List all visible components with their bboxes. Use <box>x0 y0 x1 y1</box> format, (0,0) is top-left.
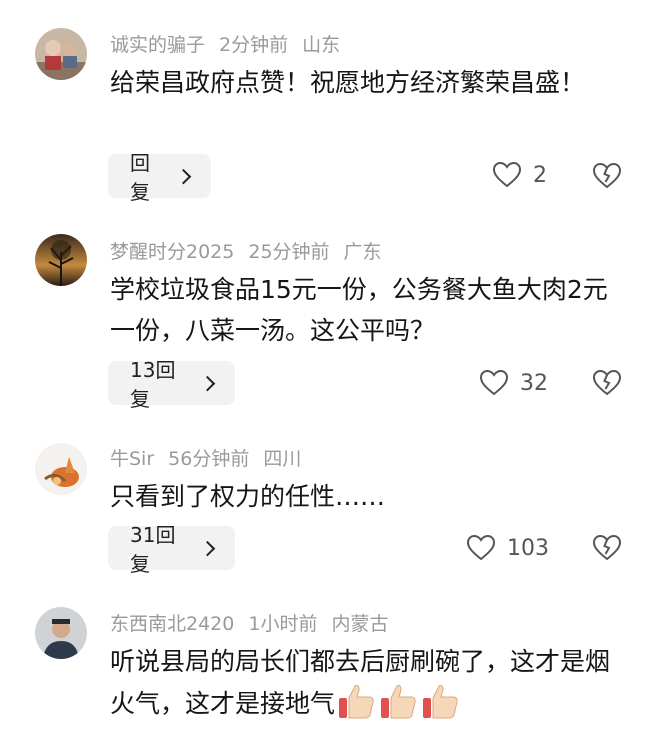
username[interactable]: 东西南北2420 <box>110 613 234 635</box>
avatar[interactable] <box>35 607 87 659</box>
comment-text: 听说县局的局长们都去后厨刷碗了，这才是烟火气，这才是接地气 <box>110 641 630 724</box>
reply-label: 13回复 <box>130 358 176 411</box>
comment-meta: 牛Sir 56分钟前 四川 <box>110 444 315 471</box>
comment-location: 山东 <box>302 34 341 56</box>
heart-outline-icon <box>480 370 508 396</box>
chevron-right-icon <box>176 168 192 184</box>
thumbs-up-emoji <box>381 685 416 719</box>
comment-time: 25分钟前 <box>248 241 330 263</box>
username[interactable]: 诚实的骗子 <box>110 34 205 56</box>
username[interactable]: 梦醒时分2025 <box>110 241 234 263</box>
avatar[interactable] <box>35 234 87 286</box>
comment-meta: 诚实的骗子 2分钟前 山东 <box>110 30 354 57</box>
broken-heart-icon[interactable] <box>593 535 621 561</box>
username[interactable]: 牛Sir <box>110 448 154 470</box>
broken-heart-icon[interactable] <box>593 370 621 396</box>
like-count: 103 <box>507 535 549 561</box>
thumbs-up-emoji <box>339 685 374 719</box>
like-button[interactable]: 32 <box>480 370 548 396</box>
comment-location: 四川 <box>263 448 302 470</box>
comment-meta: 梦醒时分2025 25分钟前 广东 <box>110 237 396 264</box>
reply-label: 回复 <box>130 151 150 204</box>
like-button[interactable]: 103 <box>467 535 549 561</box>
like-count: 2 <box>533 162 547 188</box>
comment-time: 56分钟前 <box>168 448 250 470</box>
reply-button[interactable]: 13回复 <box>108 358 235 411</box>
like-count: 32 <box>520 370 548 396</box>
comment-text: 只看到了权力的任性…… <box>110 482 386 511</box>
comment-time: 1小时前 <box>248 613 318 635</box>
comment-meta: 东西南北2420 1小时前 内蒙古 <box>110 609 402 636</box>
comment-text: 学校垃圾食品15元一份，公务餐大鱼大肉2元一份，八菜一汤。这公平吗？ <box>110 275 608 345</box>
avatar[interactable] <box>35 443 87 495</box>
comment-time: 2分钟前 <box>219 34 289 56</box>
avatar[interactable] <box>35 28 87 80</box>
heart-outline-icon <box>467 535 495 561</box>
comment-location: 广东 <box>343 241 382 263</box>
reply-label: 31回复 <box>130 523 176 576</box>
heart-outline-icon <box>493 162 521 188</box>
reply-button[interactable]: 回复 <box>108 151 211 204</box>
chevron-right-icon <box>200 540 216 556</box>
chevron-right-icon <box>200 375 216 391</box>
like-button[interactable]: 2 <box>493 162 547 188</box>
thumbs-up-emoji <box>423 685 458 719</box>
broken-heart-icon[interactable] <box>593 163 621 189</box>
comment-location: 内蒙古 <box>331 613 389 635</box>
comment-text: 给荣昌政府点赞！祝愿地方经济繁荣昌盛！ <box>110 68 586 97</box>
reply-button[interactable]: 31回复 <box>108 523 235 576</box>
